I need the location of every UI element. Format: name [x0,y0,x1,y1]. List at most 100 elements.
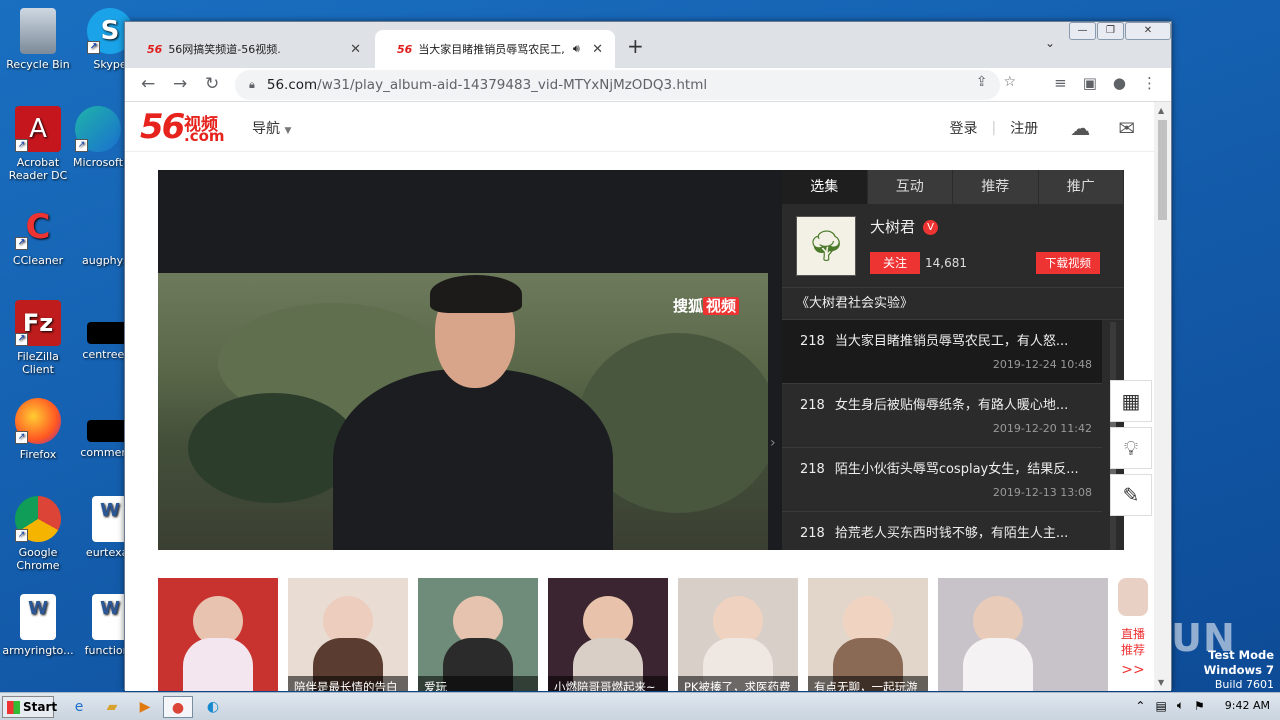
streamer-avatar [1118,578,1148,616]
episode-item[interactable]: 218 陌生小伙街头辱骂cosplay女生，结果反... 2019-12-13 1… [782,448,1102,512]
share-icon[interactable]: ⇪ [976,74,988,90]
explorer-taskbar-icon[interactable]: ▰ [97,696,127,718]
tray-expand-icon[interactable]: ⌃ [1135,699,1145,713]
live-thumbnail[interactable]: PK被揍了，求医药费 [678,578,798,691]
live-recommend-label: 直播推荐 [1120,627,1145,657]
word-document-icon: W [92,594,128,640]
follow-button[interactable]: 关注 [870,252,920,274]
start-button[interactable]: Start [2,696,57,718]
uploader-avatar[interactable]: 🌳︎ [796,216,856,276]
tab-interaction[interactable]: 互动 [867,170,953,204]
acrobat-icon: A ↗ [15,106,61,152]
tab-title: 56网搞笑频道-56视频. [168,43,281,56]
desktop-icon-ccleaner[interactable]: C ↗ CCleaner [0,204,76,267]
site-favicon: 56 [147,42,163,56]
site-logo[interactable]: 56 视频 .com [140,107,225,147]
episode-item[interactable]: 218 女生身后被贴侮辱纸条，有路人暖心地... 2019-12-20 11:42 [782,384,1102,448]
page-scrollbar[interactable]: ▲ ▼ [1154,102,1171,691]
word-document-icon: W [92,496,128,542]
desktop-icon-armyringto[interactable]: W armyringto... [0,594,76,657]
album-title[interactable]: 《大树君社会实验》 [782,288,1124,320]
profile-avatar-icon[interactable]: ● [1113,74,1126,92]
maximize-button[interactable]: ❐ [1097,22,1124,40]
browser-window: 56 56网搞笑频道-56视频. ✕ 56 当大家目睹推销员辱骂农民工, 🔊︎ … [124,21,1172,691]
login-link[interactable]: 登录 [950,118,978,138]
filezilla-icon: Fz ↗ [15,300,61,346]
tab-episodes[interactable]: 选集 [782,170,868,204]
upload-cloud-icon[interactable]: ☁ [1070,116,1090,140]
live-recommend-panel[interactable]: 直播推荐 >> [1113,578,1153,691]
desktop-icon-recycle-bin[interactable]: Recycle Bin [0,8,76,71]
episode-list: 218 当大家目睹推销员辱骂农民工，有人怒... 2019-12-24 10:48… [782,320,1124,576]
live-thumbnail[interactable]: 小燃陪哥哥燃起来~ [548,578,668,691]
live-thumbnail[interactable]: 爱玩 [418,578,538,691]
audio-playing-icon[interactable]: 🔊︎ [573,42,580,56]
tab-current-video[interactable]: 56 当大家目睹推销员辱骂农民工, 🔊︎ ✕ [375,30,615,68]
bookmark-star-icon[interactable]: ☆ [1003,74,1016,90]
lightbulb-icon[interactable]: 💡︎ [1110,427,1152,469]
video-player: 搜狐 视频 › 选集 互动 推荐 推广 🌳︎ 大树君 V 关注 14,681 下… [158,170,1124,576]
tab-title: 当大家目睹推销员辱骂农民工, [418,43,565,56]
edge-icon: ↗ [75,106,121,152]
register-link[interactable]: 注册 [1010,118,1038,138]
qr-code-icon[interactable]: ▦ [1110,380,1152,422]
site-header: 56 视频 .com 导航 ▼ 登录 | 注册 ☁ ✉ [125,102,1155,152]
episode-sidebar: 选集 互动 推荐 推广 🌳︎ 大树君 V 关注 14,681 下载视频 《大树君社… [782,170,1124,576]
live-thumbnail[interactable] [158,578,278,691]
ie-taskbar-icon[interactable]: e [64,696,94,718]
lock-icon: 🔒︎ [249,78,255,91]
live-thumbnail[interactable]: 有点无聊，一起玩游 [808,578,928,691]
more-arrow-icon[interactable]: >> [1113,662,1153,678]
episode-item[interactable]: 218 拾荒老人买东西时钱不够，有陌生人主... [782,512,1102,576]
video-area[interactable]: 搜狐 视频 [158,170,768,550]
windows-logo-icon [7,701,20,714]
ccleaner-icon: C ↗ [15,204,61,250]
scroll-up-arrow-icon[interactable]: ▲ [1158,106,1164,115]
desktop-icon-firefox[interactable]: ↗ Firefox [0,398,76,461]
close-tab-icon[interactable]: ✕ [350,42,361,57]
action-center-flag-icon[interactable]: ⚑ [1194,699,1205,713]
menu-kebab-icon[interactable]: ⋮ [1142,74,1157,92]
network-icon[interactable]: ▤ [1155,699,1166,713]
edge-taskbar-icon[interactable]: ◐ [198,696,228,718]
chrome-taskbar-icon[interactable]: ● [163,696,193,718]
feedback-edit-icon[interactable]: ✎ [1110,474,1152,516]
tab-recommended[interactable]: 推荐 [953,170,1039,204]
scroll-down-arrow-icon[interactable]: ▼ [1158,678,1164,687]
back-arrow-icon[interactable]: ← [141,74,155,94]
collapse-sidebar-arrow-icon[interactable]: › [770,435,776,451]
new-tab-button[interactable]: + [627,34,644,58]
address-bar[interactable]: 🔒︎ 56.com/w31/play_album-aid-14379483_vi… [235,70,1000,100]
follower-count: 14,681 [925,256,967,270]
test-mode-notice: Test Mode Windows 7 Build 7601 [1203,648,1274,691]
mail-icon[interactable]: ✉ [1118,116,1135,140]
close-tab-icon[interactable]: ✕ [592,42,603,57]
video-frame: 搜狐 视频 [158,273,768,550]
chrome-icon: ↗ [15,496,61,542]
live-thumbnail[interactable] [938,578,1108,691]
tab-search-chevron-icon[interactable]: ⌄ [1045,36,1055,50]
tab-promotion[interactable]: 推广 [1038,170,1124,204]
minimize-button[interactable]: — [1069,22,1096,40]
episode-item[interactable]: 218 当大家目睹推销员辱骂农民工，有人怒... 2019-12-24 10:48 [782,320,1102,384]
desktop-icon-chrome[interactable]: ↗ Google Chrome [0,496,76,572]
media-player-taskbar-icon[interactable]: ▶ [130,696,160,718]
verified-badge-icon: V [923,220,939,235]
media-control-icon[interactable]: ≡ [1054,74,1067,92]
recycle-bin-icon [20,8,56,54]
nav-dropdown[interactable]: 导航 ▼ [252,118,291,138]
scrollbar-thumb[interactable] [1158,120,1167,220]
uploader-name[interactable]: 大树君 V [870,216,939,237]
forward-arrow-icon[interactable]: → [173,74,187,94]
reload-icon[interactable]: ↻ [205,74,219,94]
live-thumbnail[interactable]: 陪伴是最长情的告白 [288,578,408,691]
live-thumbnail-strip: 陪伴是最长情的告白 爱玩 小燃陪哥哥燃起来~ PK被揍了，求医药费 有点无聊，一 [125,568,1155,691]
tab-56-funny-channel[interactable]: 56 56网搞笑频道-56视频. ✕ [125,30,373,68]
volume-icon[interactable]: 🔈︎ [1177,698,1184,713]
download-video-button[interactable]: 下载视频 [1036,252,1100,274]
clock[interactable]: 9:42 AM [1225,699,1270,712]
close-window-button[interactable]: ✕ [1125,22,1171,40]
desktop-icon-filezilla[interactable]: Fz ↗ FileZilla Client [0,300,76,376]
url-text: 56.com/w31/play_album-aid-14379483_vid-M… [266,77,708,93]
side-panel-icon[interactable]: ▣ [1083,74,1097,92]
